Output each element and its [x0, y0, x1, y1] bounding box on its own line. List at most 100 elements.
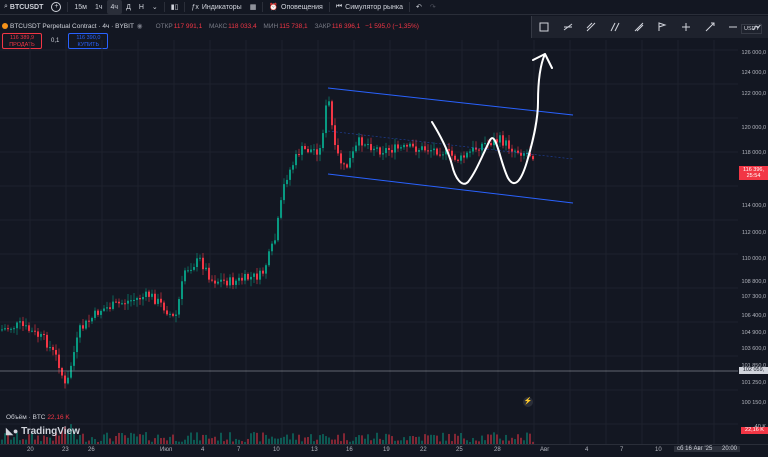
candle-body — [412, 143, 414, 147]
candle-body — [109, 307, 111, 309]
time-axis-label: 22 — [420, 447, 427, 453]
tradingview-logo[interactable]: ◣● TradingView — [6, 426, 80, 437]
candle-body — [184, 270, 186, 282]
candle-body — [490, 143, 492, 146]
volume-bar — [157, 434, 159, 444]
candle-body — [70, 365, 72, 378]
alerts-button[interactable]: ⏰ Оповещения — [265, 0, 327, 14]
price-axis-label: 104 900,0 — [741, 330, 766, 336]
volume-bar — [361, 435, 363, 444]
crosshair-date: сб 16 Авг '25 20:00 — [674, 446, 740, 452]
candle-body — [37, 331, 39, 337]
volume-bar — [403, 437, 405, 444]
candle-body — [166, 310, 168, 315]
volume-bars — [1, 424, 534, 444]
candle-body — [241, 277, 243, 281]
pitchfork-icon[interactable] — [633, 21, 645, 33]
parallel-channel-icon[interactable] — [609, 21, 621, 33]
candle-body — [283, 184, 285, 201]
candles-icon: ▮▯ — [170, 4, 179, 11]
lightning-icon[interactable]: ⚡ — [523, 397, 533, 407]
candle-body — [322, 133, 324, 149]
candle-body — [79, 325, 81, 338]
candle-body — [268, 251, 270, 266]
layout-button[interactable]: ▦ — [246, 0, 261, 14]
fib-tool-icon[interactable] — [562, 21, 574, 33]
ray-icon[interactable] — [704, 21, 716, 33]
candle-body — [208, 267, 210, 280]
volume-bar — [367, 434, 369, 444]
candle-body — [307, 148, 309, 153]
candle-body — [427, 150, 429, 152]
volume-value: 22,16 K — [47, 414, 70, 421]
candle-body — [73, 352, 75, 366]
candle-body — [10, 328, 12, 330]
volume-bar — [325, 436, 327, 444]
symbol-search[interactable]: ⌕ BTCUSDT — [0, 0, 47, 14]
candle-body — [247, 273, 249, 280]
currency-label[interactable]: USDT — [741, 24, 762, 34]
candle-body — [19, 321, 21, 323]
time-axis-label: 7 — [620, 447, 624, 453]
timeframe-1w[interactable]: Н — [135, 0, 148, 14]
brush-tool-icon[interactable] — [585, 21, 597, 33]
candle-body — [106, 307, 108, 309]
volume-bar — [115, 435, 117, 444]
indicators-button[interactable]: ƒx Индикаторы — [187, 0, 245, 14]
rectangle-tool-icon[interactable] — [538, 21, 550, 33]
compare-button[interactable]: + — [47, 0, 65, 14]
candle-body — [394, 144, 396, 153]
indicators-icon: ƒx — [191, 3, 199, 11]
horizontal-line-icon[interactable] — [727, 21, 739, 33]
candle-body — [133, 299, 135, 301]
volume-bar — [214, 436, 216, 444]
channel-lower-line[interactable] — [327, 173, 574, 204]
redo-icon: ↷ — [429, 4, 436, 11]
candle-body — [265, 265, 267, 274]
price-axis[interactable]: 126 000,0 124 000,0 122 000,0 120 000,0 118 … — [738, 38, 768, 444]
chart-type-button[interactable]: ▮▯ — [167, 0, 183, 14]
candle-body — [1, 329, 3, 331]
timeframe-dropdown[interactable]: ⌄ — [148, 0, 162, 14]
timeframe-15m[interactable]: 15м — [70, 0, 91, 14]
volume-bar — [262, 432, 264, 444]
channel-upper-line[interactable] — [327, 87, 574, 116]
volume-bar — [169, 436, 171, 444]
candle-body — [130, 300, 132, 302]
timeframe-4h[interactable]: 4ч — [106, 0, 123, 14]
candle-body — [121, 303, 123, 305]
candle-body — [361, 137, 363, 146]
volume-bar — [229, 432, 231, 444]
flag-icon[interactable] — [656, 21, 668, 33]
alerts-label: Оповещения — [281, 3, 323, 11]
candle-body — [61, 368, 63, 376]
open-key: ОТКР — [155, 22, 173, 30]
divider — [262, 2, 264, 12]
redo-button[interactable]: ↷ — [426, 0, 440, 14]
price-axis-label: 124 000,0 — [741, 70, 766, 76]
replay-button[interactable]: ⏮ Симулятор рынка — [332, 0, 407, 14]
volume-bar — [250, 433, 252, 444]
undo-button[interactable]: ↶ — [412, 0, 426, 14]
candle-body — [313, 149, 315, 151]
divider — [409, 2, 410, 12]
volume-bar — [130, 432, 132, 444]
candle-body — [163, 302, 165, 311]
volume-bar — [427, 435, 429, 444]
time-axis[interactable]: 202326Июл4710131619222528Авг471013 — [0, 444, 768, 457]
timeframe-1h[interactable]: 1ч — [91, 0, 107, 14]
candle-body — [286, 179, 288, 185]
candle-body — [346, 164, 348, 168]
price-chart[interactable] — [0, 40, 738, 444]
volume-bar — [409, 436, 411, 444]
candle-body — [25, 325, 27, 327]
candle-body — [271, 243, 273, 252]
volume-bar — [202, 434, 204, 444]
candle-body — [298, 154, 300, 156]
vertical-line-icon[interactable] — [680, 21, 692, 33]
chart-legend: BTCUSDT Perpetual Contract · 4ч · BYBIT … — [2, 22, 419, 30]
candle-body — [169, 313, 171, 315]
timeframe-1d[interactable]: Д — [122, 0, 135, 14]
eye-icon[interactable]: ◉ — [137, 22, 143, 30]
candle-body — [508, 140, 510, 149]
